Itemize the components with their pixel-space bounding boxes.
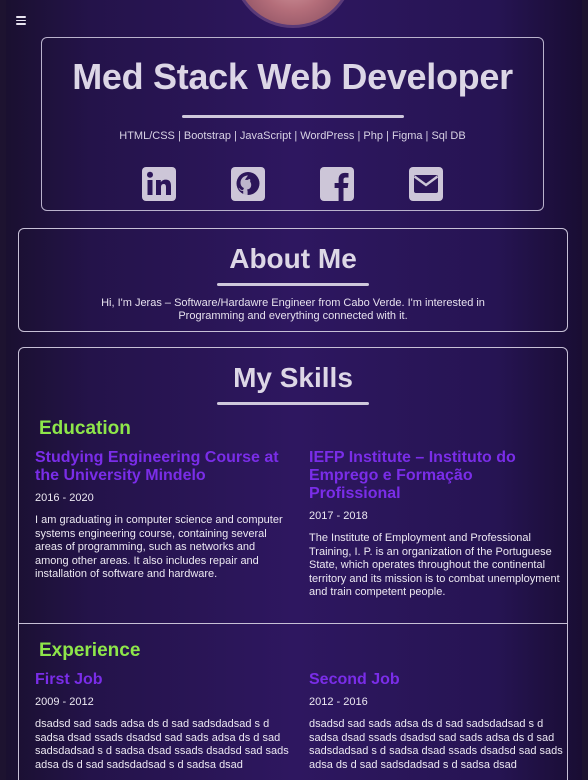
experience-item-text: dsadsd sad sads adsa ds d sad sadsdadsad… bbox=[35, 718, 289, 771]
experience-item-date: 2012 - 2016 bbox=[309, 696, 368, 708]
page-title: Med Stack Web Developer bbox=[72, 56, 513, 97]
tech-stack: HTML/CSS | Bootstrap | JavaScript | Word… bbox=[119, 130, 466, 142]
about-text: Hi, I'm Jeras – Software/Hardawre Engine… bbox=[101, 297, 485, 322]
linkedin-icon[interactable] bbox=[141, 166, 177, 202]
title-divider bbox=[181, 115, 404, 118]
experience-item: Second Job 2012 - 2016 dsadsd sad sads a… bbox=[309, 671, 565, 772]
page-frame: Med Stack Web Developer HTML/CSS | Boots… bbox=[6, 0, 582, 780]
about-card: About Me Hi, I'm Jeras – Software/Hardaw… bbox=[18, 228, 568, 332]
hamburger-icon[interactable] bbox=[16, 16, 26, 25]
education-item-date: 2016 - 2020 bbox=[35, 492, 94, 504]
hero-card: Med Stack Web Developer HTML/CSS | Boots… bbox=[41, 37, 544, 211]
social-links bbox=[42, 166, 543, 202]
envelope-icon[interactable] bbox=[408, 166, 444, 202]
experience-item-text: dsadsd sad sads adsa ds d sad sadsdadsad… bbox=[309, 718, 563, 771]
facebook-icon[interactable] bbox=[319, 166, 355, 202]
experience-item-date: 2009 - 2012 bbox=[35, 696, 94, 708]
about-title: About Me bbox=[229, 243, 357, 274]
section-divider bbox=[19, 623, 567, 624]
education-item-title[interactable]: Studying Engineering Course at the Unive… bbox=[35, 449, 291, 485]
experience-item-title[interactable]: First Job bbox=[35, 671, 291, 689]
skills-divider bbox=[217, 402, 369, 405]
education-item-text: The Institute of Employment and Professi… bbox=[309, 532, 560, 599]
experience-item: First Job 2009 - 2012 dsadsd sad sads ad… bbox=[35, 671, 291, 772]
education-heading: Education bbox=[39, 418, 131, 439]
education-item: IEFP Institute – Instituto do Emprego e … bbox=[309, 449, 565, 600]
github-icon[interactable] bbox=[230, 166, 266, 202]
about-divider bbox=[217, 283, 369, 286]
education-item: Studying Engineering Course at the Unive… bbox=[35, 449, 291, 582]
avatar bbox=[232, 0, 354, 28]
experience-heading: Experience bbox=[39, 640, 141, 661]
education-item-date: 2017 - 2018 bbox=[309, 510, 368, 522]
skills-card: My Skills Education Studying Engineering… bbox=[18, 347, 568, 780]
experience-item-title[interactable]: Second Job bbox=[309, 671, 565, 689]
education-item-text: I am graduating in computer science and … bbox=[35, 514, 283, 581]
education-item-title[interactable]: IEFP Institute – Instituto do Emprego e … bbox=[309, 449, 565, 503]
skills-title: My Skills bbox=[233, 362, 353, 393]
